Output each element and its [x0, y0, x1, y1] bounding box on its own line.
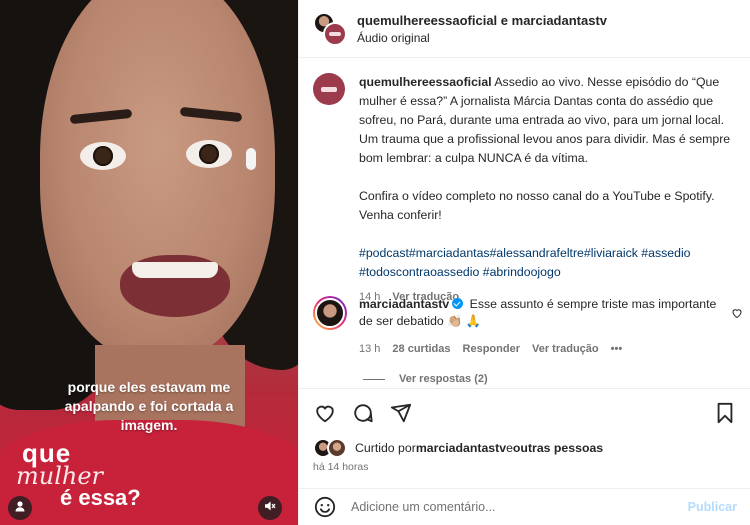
caption-hashtags[interactable]: #podcast#marciadantas#alessandrafeltre#l…	[359, 244, 731, 282]
verified-badge-icon	[452, 298, 464, 309]
post-header: quemulhereessaoficial e marciadantastv Á…	[299, 0, 750, 58]
subtitle-line: imagem.	[120, 417, 178, 433]
audio-link[interactable]: Áudio original	[357, 31, 607, 45]
comment-time: 13 h	[359, 343, 381, 355]
emoji-icon[interactable]	[313, 495, 337, 519]
avatar	[323, 21, 347, 46]
liked-by: Curtido por marciadantastv e outras pess…	[313, 438, 603, 458]
liker-avatars	[313, 438, 347, 458]
post-time: há 14 horas	[313, 461, 369, 473]
liker-username[interactable]: marciadantastv	[416, 441, 506, 455]
caption-paragraph: Confira o vídeo completo no nosso canal …	[359, 189, 715, 222]
earbud	[246, 148, 256, 170]
see-translation-link[interactable]: Ver tradução	[532, 341, 599, 358]
comments-scroll-area[interactable]: quemulhereessaoficial Assedio ao vivo. N…	[299, 59, 750, 387]
author-link[interactable]: marciadantastv	[512, 13, 607, 28]
author-link[interactable]: quemulhereessaoficial	[357, 13, 497, 28]
show-logo: que mulher é essa?	[16, 440, 141, 510]
view-replies-button[interactable]: Ver respostas (2)	[363, 373, 488, 385]
liked-by-prefix: Curtido por	[355, 441, 416, 455]
post-panel: quemulhereessaoficial e marciadantastv Á…	[298, 0, 750, 525]
add-comment-bar: Publicar	[299, 488, 750, 525]
view-replies-label: Ver respostas (2)	[399, 373, 488, 385]
logo-line: mulher	[16, 462, 104, 490]
video-subtitle: porque eles estavam me apalpando e foi c…	[0, 378, 298, 435]
brow-right	[179, 106, 243, 123]
avatar[interactable]	[313, 73, 345, 105]
comment-username[interactable]: marciadantastv	[359, 297, 449, 311]
post-caption: quemulhereessaoficial Assedio ao vivo. N…	[313, 73, 743, 307]
divider	[363, 378, 385, 380]
others-link[interactable]: outras pessoas	[513, 441, 603, 455]
user-icon	[14, 499, 26, 517]
reply-button[interactable]: Responder	[463, 341, 520, 358]
teeth	[132, 262, 218, 278]
post-authors: quemulhereessaoficial e marciadantastv	[357, 13, 607, 28]
liked-by-and: e	[506, 441, 513, 455]
heart-icon[interactable]	[313, 401, 337, 425]
caption-username[interactable]: quemulhereessaoficial	[359, 75, 492, 89]
author-separator: e	[497, 12, 512, 28]
avatar[interactable]	[313, 296, 347, 330]
action-bar	[299, 388, 750, 436]
heart-icon[interactable]	[731, 306, 743, 324]
comment-icon[interactable]	[351, 401, 375, 425]
collab-avatars[interactable]	[313, 11, 347, 46]
eye-left	[80, 142, 126, 170]
more-options-button[interactable]: •••	[611, 341, 623, 358]
reel-video[interactable]: porque eles estavam me apalpando e foi c…	[0, 0, 298, 525]
instagram-post-view: porque eles estavam me apalpando e foi c…	[0, 0, 750, 525]
mute-button[interactable]	[258, 496, 282, 520]
subtitle-line: apalpando e foi cortada a	[64, 398, 234, 414]
publish-button[interactable]: Publicar	[688, 500, 737, 514]
comment: marciadantastv Esse assunto é sempre tri…	[313, 296, 743, 358]
tagged-users-button[interactable]	[8, 496, 32, 520]
subtitle-line: porque eles estavam me	[67, 379, 231, 395]
comment-likes[interactable]: 28 curtidas	[392, 341, 450, 358]
comment-input[interactable]	[351, 500, 681, 514]
brow-left	[69, 108, 133, 125]
share-icon[interactable]	[389, 401, 413, 425]
bookmark-icon[interactable]	[713, 401, 737, 425]
speaker-muted-icon	[264, 499, 276, 517]
eye-right	[186, 140, 232, 168]
